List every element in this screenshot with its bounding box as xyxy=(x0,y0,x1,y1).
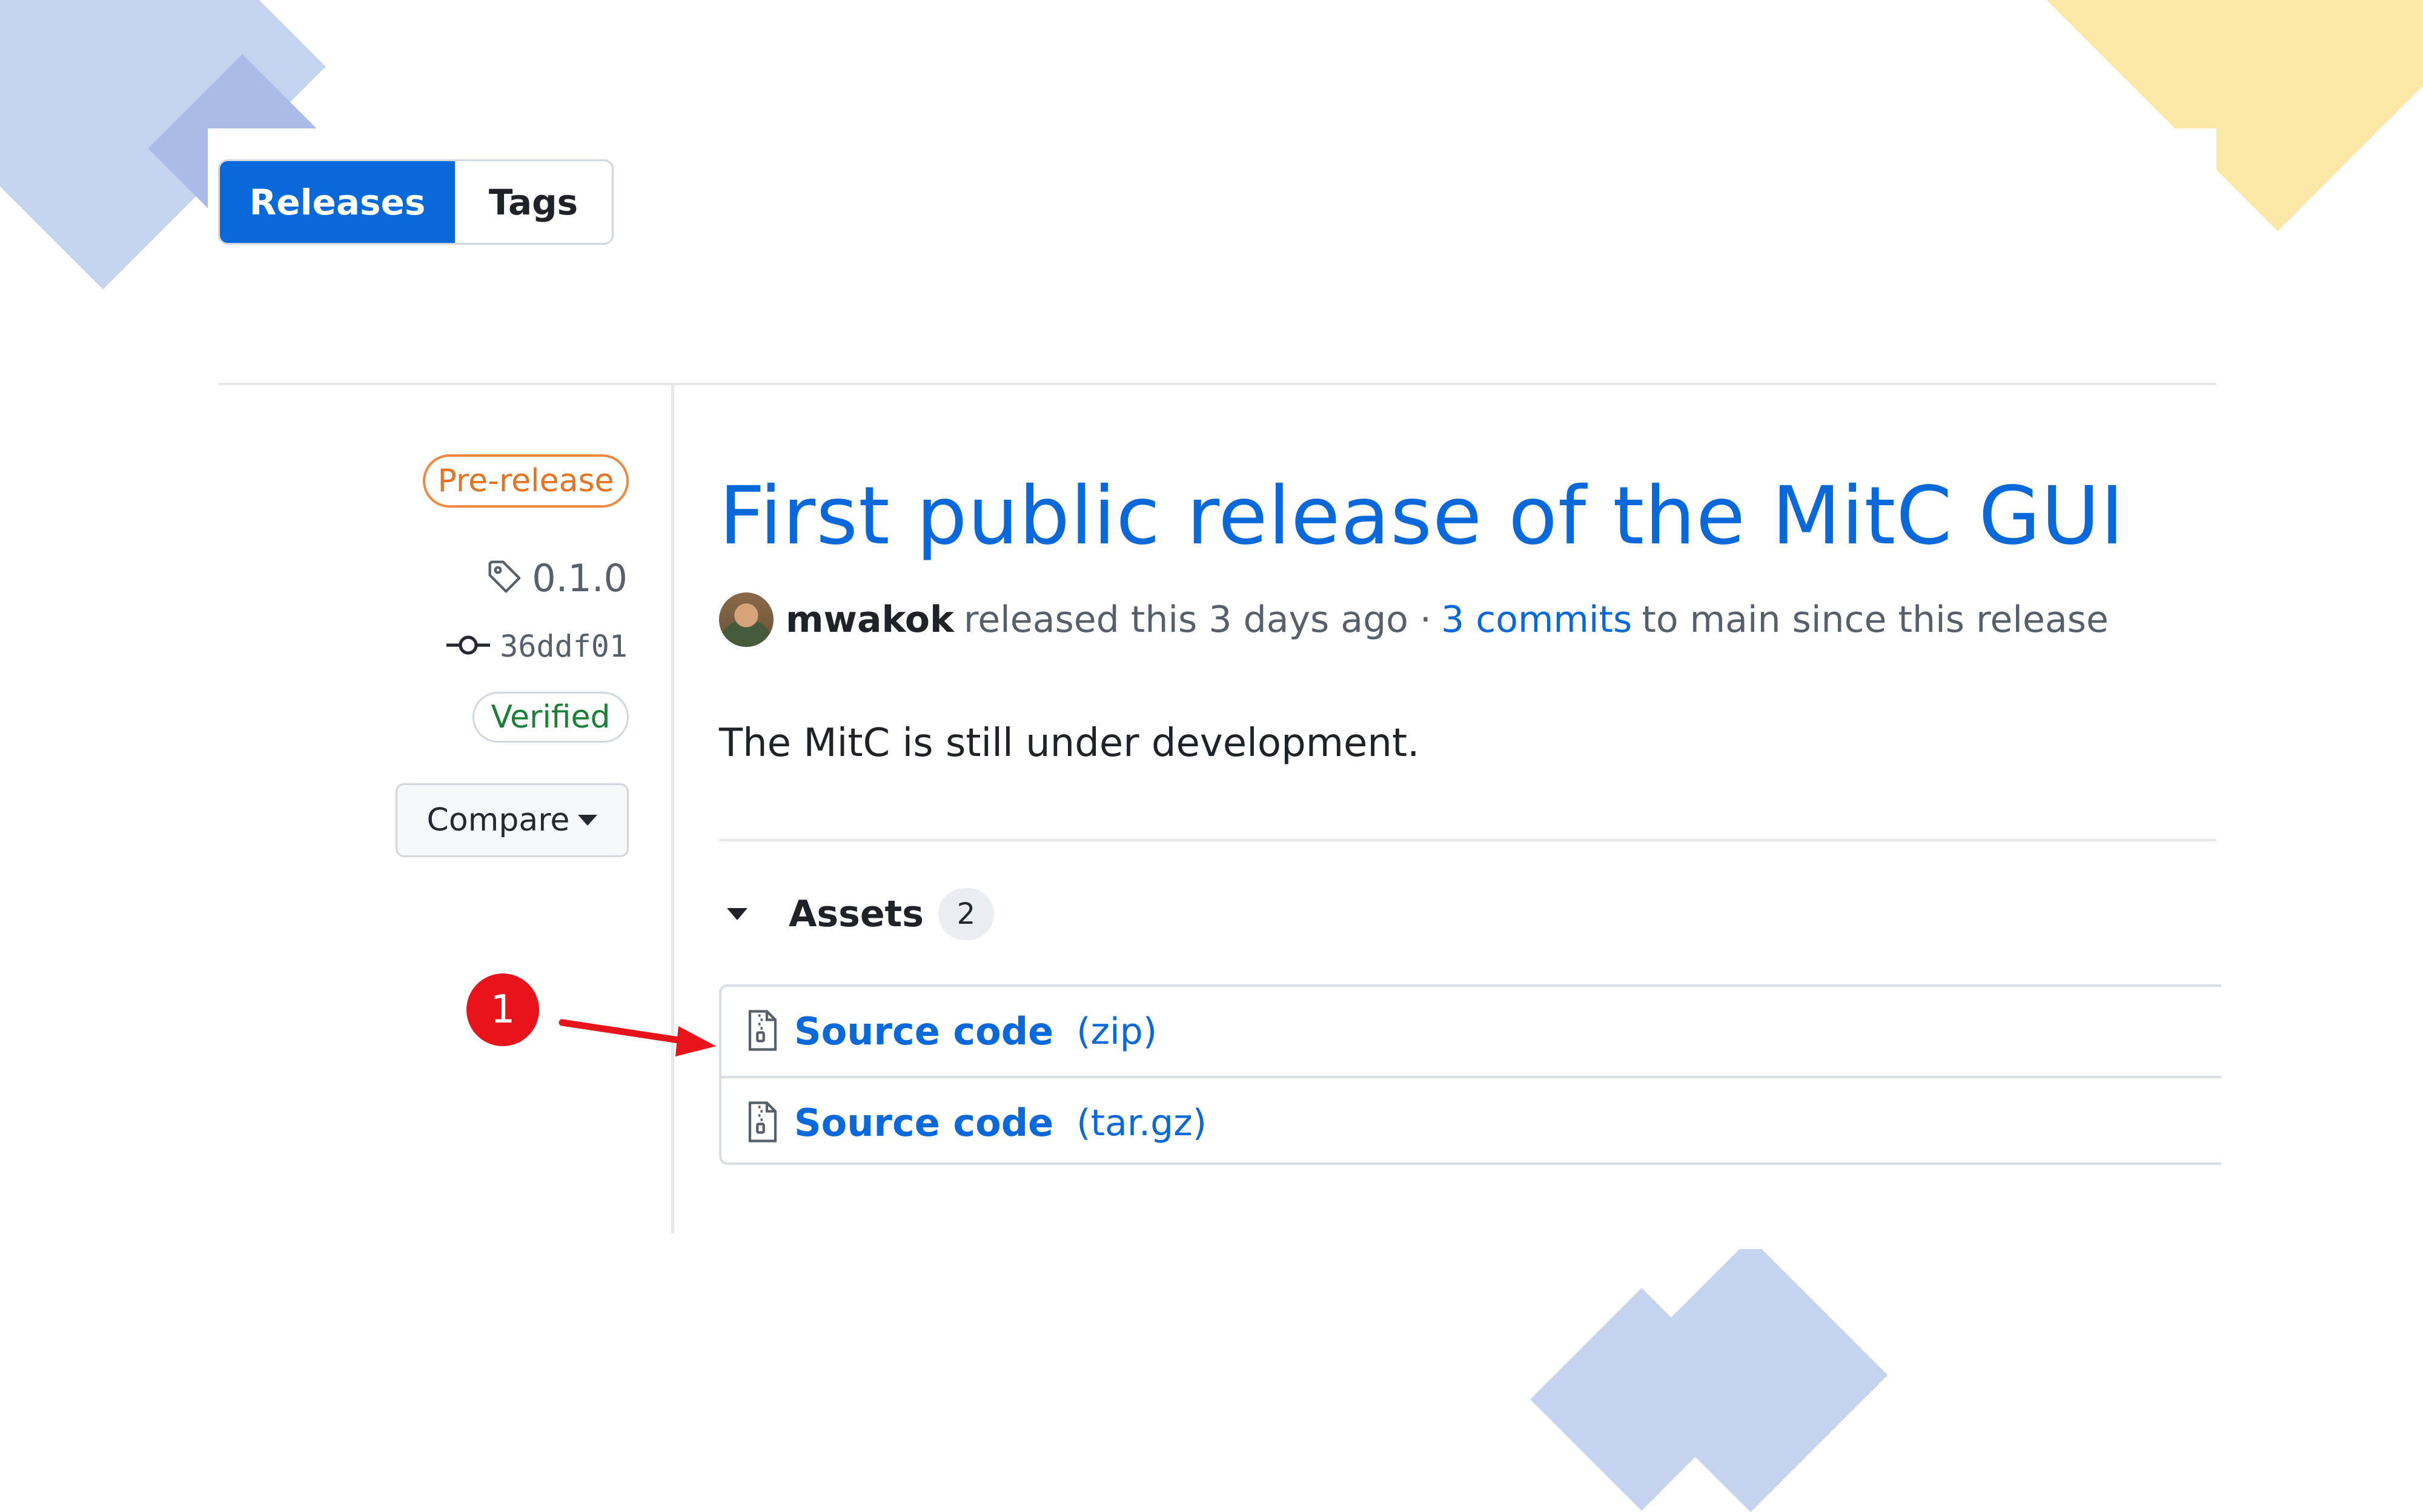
assets-divider xyxy=(719,839,2216,841)
tag-link[interactable]: 0.1.0 xyxy=(486,556,628,600)
top-divider xyxy=(218,383,2216,385)
commits-link[interactable]: 3 commits xyxy=(1441,598,1632,641)
asset-name: Source code xyxy=(794,1101,1054,1145)
release-description: The MitC is still under development. xyxy=(719,721,1420,766)
commit-link[interactable]: 36ddf01 xyxy=(445,629,628,664)
tab-releases[interactable]: Releases xyxy=(220,161,455,243)
release-tabs: Releases Tags xyxy=(218,159,614,245)
assets-toggle[interactable]: Assets 2 xyxy=(727,888,994,940)
vertical-divider xyxy=(671,385,674,1233)
tab-tags[interactable]: Tags xyxy=(455,161,612,243)
compare-button[interactable]: Compare xyxy=(396,783,629,857)
asset-name: Source code xyxy=(794,1009,1054,1053)
tag-icon xyxy=(486,558,525,599)
commits-suffix: to main since this release xyxy=(1642,598,2109,641)
assets-list: Source code (zip) Source code (tar.gz) xyxy=(719,984,2221,1165)
verified-badge[interactable]: Verified xyxy=(472,692,629,743)
triangle-down-icon xyxy=(727,908,747,920)
asset-ext: (zip) xyxy=(1076,1010,1158,1053)
asset-source-targz[interactable]: Source code (tar.gz) xyxy=(721,1076,2221,1167)
chevron-down-icon xyxy=(578,815,598,826)
git-commit-icon xyxy=(445,632,491,661)
avatar[interactable] xyxy=(719,592,774,647)
assets-count: 2 xyxy=(938,888,994,940)
release-meta: mwakok released this 3 days ago · 3 comm… xyxy=(719,592,2109,647)
compare-label: Compare xyxy=(426,802,570,838)
file-zip-icon xyxy=(746,1101,780,1146)
asset-ext: (tar.gz) xyxy=(1076,1101,1207,1144)
file-zip-icon xyxy=(746,1009,780,1054)
author-link[interactable]: mwakok xyxy=(786,598,954,641)
released-text: released this 3 days ago · xyxy=(963,598,1432,641)
commit-sha: 36ddf01 xyxy=(500,629,628,664)
annotation-step-marker: 1 xyxy=(466,973,539,1046)
assets-label: Assets xyxy=(789,893,924,935)
tag-version: 0.1.0 xyxy=(532,556,628,600)
release-title[interactable]: First public release of the MitC GUI xyxy=(719,469,2124,563)
annotation-arrow-icon xyxy=(559,1019,716,1056)
asset-source-zip[interactable]: Source code (zip) xyxy=(721,987,2221,1076)
prerelease-badge: Pre-release xyxy=(423,454,629,508)
